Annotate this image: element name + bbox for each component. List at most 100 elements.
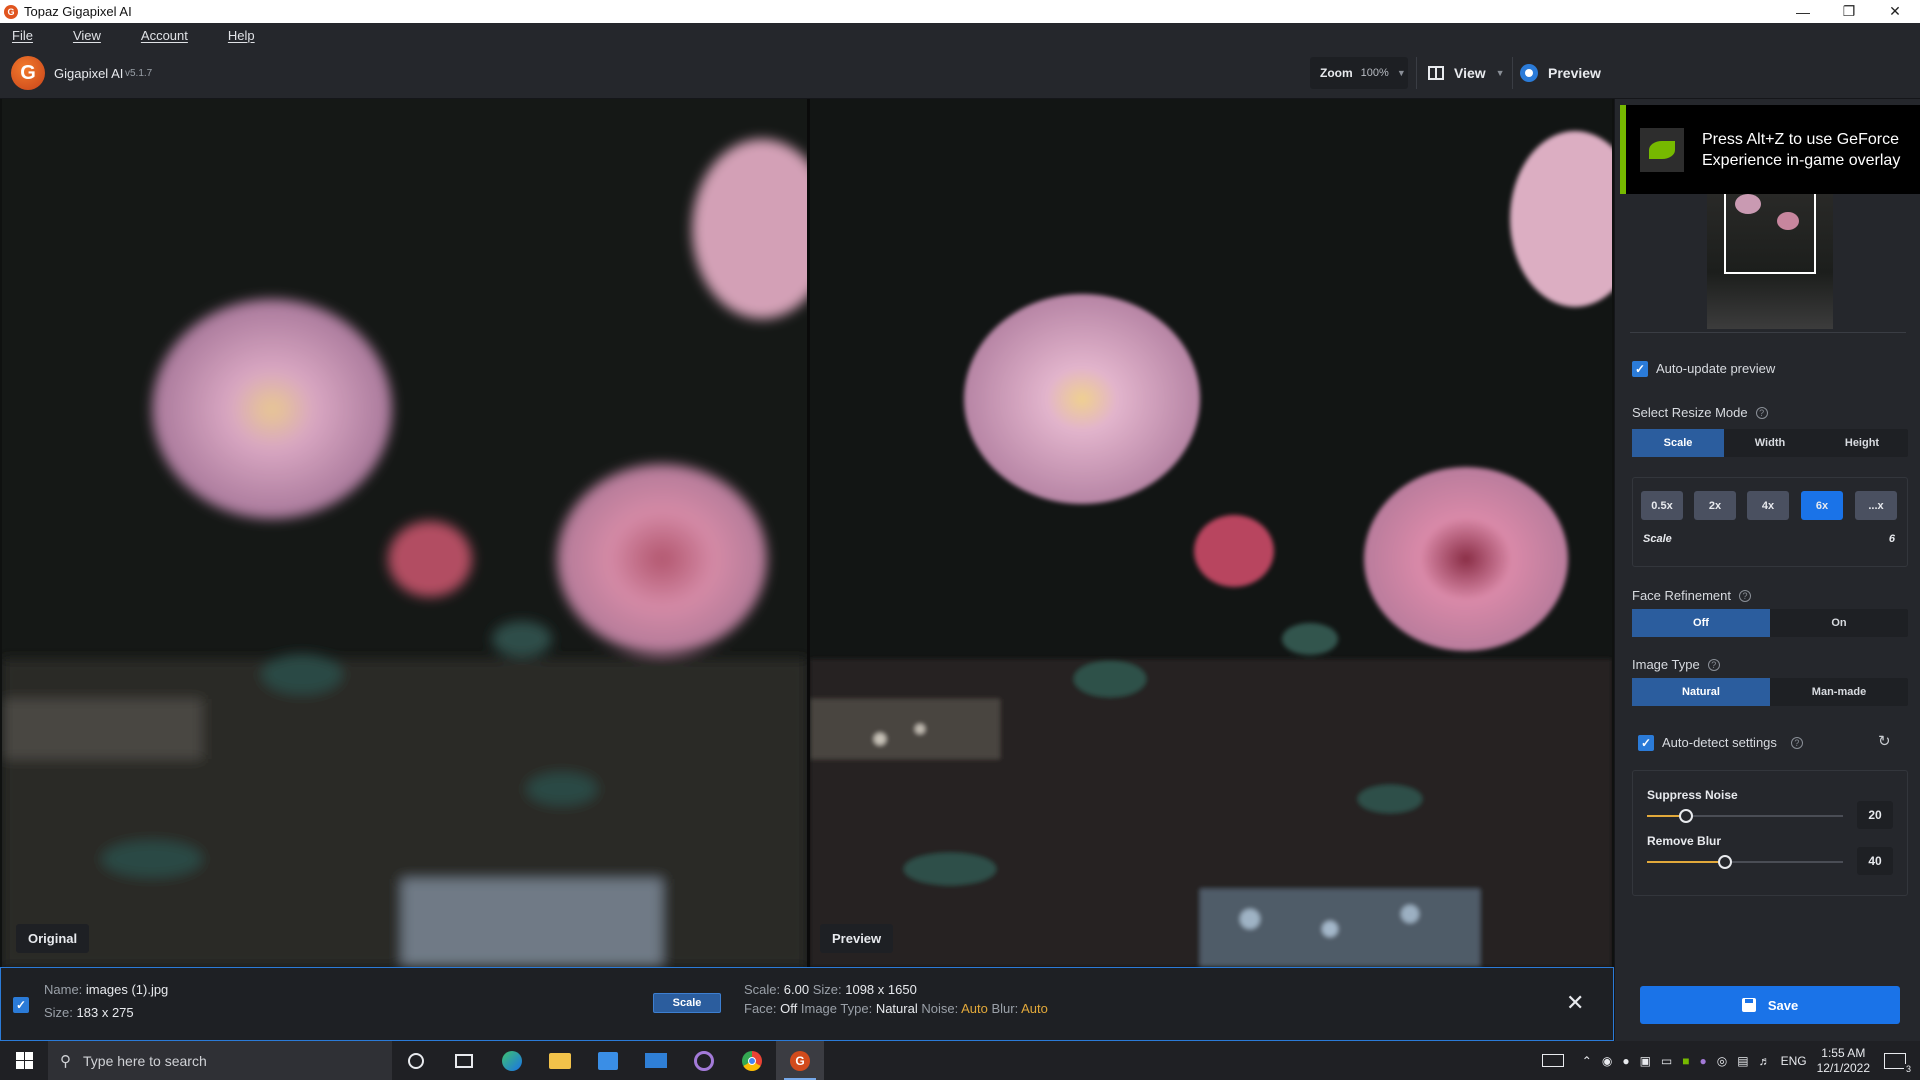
nvidia-tray-icon[interactable]: ■ <box>1682 1054 1689 1068</box>
help-icon[interactable]: ? <box>1707 659 1720 671</box>
resize-mode-scale[interactable]: Scale <box>1632 429 1724 457</box>
menu-account[interactable]: Account <box>141 28 188 43</box>
help-icon[interactable]: ? <box>1755 407 1768 419</box>
taskbar-search[interactable]: ⚲ Type here to search <box>48 1041 392 1080</box>
drive-icon[interactable]: ▣ <box>1640 1054 1651 1068</box>
face-refinement-label: Face Refinement <box>1632 588 1731 603</box>
reset-icon[interactable]: ↻ <box>1878 732 1891 750</box>
maximize-icon[interactable]: ❐ <box>1826 0 1872 23</box>
auto-detect-heading: Auto-detect settings? <box>1662 735 1803 750</box>
remove-blur-handle[interactable] <box>1718 855 1732 869</box>
app-header: G Gigapixel AI v5.1.7 Zoom 100% ▼ View ▼… <box>0 47 1920 99</box>
face-refinement-on[interactable]: On <box>1770 609 1908 637</box>
start-button[interactable] <box>0 1041 48 1080</box>
mail-icon[interactable] <box>632 1041 680 1080</box>
save-icon <box>1741 998 1756 1012</box>
face-refinement-off[interactable]: Off <box>1632 609 1770 637</box>
language-indicator[interactable]: ENG <box>1781 1054 1807 1068</box>
zoom-dropdown[interactable]: Zoom 100% ▼ <box>1310 57 1408 89</box>
view-dropdown[interactable]: View ▼ <box>1428 57 1508 89</box>
auto-detect-checkbox[interactable]: ✓ <box>1638 735 1654 751</box>
camera-icon[interactable]: ◉ <box>1602 1054 1612 1068</box>
preview-pane-label: Preview <box>820 924 894 953</box>
image-select-checkbox[interactable]: ✓ <box>13 997 29 1013</box>
original-pane[interactable]: Original <box>2 99 807 967</box>
resize-mode-width[interactable]: Width <box>1724 429 1816 457</box>
nvidia-logo-icon <box>1640 127 1684 172</box>
viewport-indicator[interactable] <box>1724 190 1816 274</box>
chrome-icon[interactable] <box>728 1041 776 1080</box>
preview-button[interactable]: Preview <box>1520 57 1620 89</box>
suppress-noise-handle[interactable] <box>1679 809 1693 823</box>
network-icon[interactable]: ▤ <box>1737 1054 1748 1068</box>
close-window-icon[interactable]: ✕ <box>1872 0 1918 23</box>
auto-update-label: Auto-update preview <box>1656 361 1776 376</box>
resize-mode-height[interactable]: Height <box>1816 429 1908 457</box>
output-settings: Face: Off Image Type: Natural Noise: Aut… <box>744 1001 1048 1016</box>
resize-mode-heading: Select Resize Mode? <box>1632 405 1768 420</box>
blur-value: Auto <box>1021 1001 1048 1016</box>
auto-update-checkbox[interactable]: ✓ <box>1632 361 1648 377</box>
eye-icon <box>1520 64 1538 82</box>
notifications-icon[interactable]: 3 <box>1884 1052 1913 1074</box>
remove-image-icon[interactable]: ✕ <box>1566 990 1584 1016</box>
image-type-label: Image Type <box>1632 657 1700 672</box>
suppress-noise-value[interactable]: 20 <box>1857 801 1893 829</box>
image-type-man-made[interactable]: Man-made <box>1770 678 1908 706</box>
output-scale-size: Scale: 6.00 Size: 1098 x 1650 <box>744 982 917 997</box>
microphone-icon[interactable]: ● <box>1622 1054 1629 1068</box>
resize-mode-label: Select Resize Mode <box>1632 405 1748 420</box>
face-refinement-selector: Off On <box>1632 609 1908 637</box>
image-type-natural[interactable]: Natural <box>1632 678 1770 706</box>
app-tray-icon[interactable]: ● <box>1700 1054 1707 1068</box>
original-label: Original <box>16 924 90 953</box>
view-label: View <box>1454 65 1486 81</box>
file-explorer-icon[interactable] <box>536 1041 584 1080</box>
scale-2x-button[interactable]: 2x <box>1694 491 1736 520</box>
display-icon[interactable]: ▭ <box>1661 1054 1672 1068</box>
task-view-icon[interactable] <box>440 1041 488 1080</box>
minimize-icon[interactable]: — <box>1780 0 1826 23</box>
save-button[interactable]: Save <box>1640 986 1900 1024</box>
menu-view[interactable]: View <box>73 28 101 43</box>
remove-blur-fill <box>1647 861 1725 863</box>
scale-0-5x-button[interactable]: 0.5x <box>1641 491 1683 520</box>
type-value: Natural <box>875 1001 918 1016</box>
edge-icon[interactable] <box>488 1041 536 1080</box>
menu-help[interactable]: Help <box>228 28 255 43</box>
help-icon[interactable]: ? <box>1739 590 1751 602</box>
image-type-selector: Natural Man-made <box>1632 678 1908 706</box>
out-size-key: Size: <box>812 982 842 997</box>
chevron-down-icon: ▼ <box>1495 68 1505 78</box>
remove-blur-value[interactable]: 40 <box>1857 847 1893 875</box>
scale-4x-button[interactable]: 4x <box>1747 491 1789 520</box>
scale-custom-button[interactable]: ...x <box>1855 491 1897 520</box>
geforce-overlay-toast[interactable]: Press Alt+Z to use GeForce Experience in… <box>1620 105 1920 194</box>
window-title-bar: G Topaz Gigapixel AI — ❐ ✕ <box>0 0 1920 23</box>
gigapixel-taskbar-icon[interactable]: G <box>776 1041 824 1080</box>
clock[interactable]: 1:55 AM 12/1/2022 <box>1817 1046 1870 1076</box>
scale-tag: Scale <box>653 993 721 1013</box>
network-globe-icon[interactable]: ◎ <box>1717 1054 1727 1068</box>
suppress-noise-slider[interactable] <box>1647 809 1843 823</box>
menu-file[interactable]: File <box>12 28 33 43</box>
remove-blur-label: Remove Blur <box>1647 834 1722 848</box>
preview-pane[interactable]: Preview <box>810 99 1612 967</box>
remove-blur-slider[interactable] <box>1647 855 1843 869</box>
scale-6x-button[interactable]: 6x <box>1801 491 1843 520</box>
keyboard-icon[interactable] <box>1541 1054 1564 1067</box>
zoom-label: Zoom <box>1320 66 1353 80</box>
zoom-value: 100% <box>1360 67 1389 79</box>
scale-value: 6 <box>1888 533 1895 545</box>
chevron-up-icon[interactable]: ⌃ <box>1582 1054 1592 1068</box>
image-info-bar[interactable]: ✓ Name: images (1).jpg Size: 183 x 275 S… <box>0 967 1614 1041</box>
tor-browser-icon[interactable] <box>680 1041 728 1080</box>
header-divider <box>1416 57 1417 89</box>
help-icon[interactable]: ? <box>1790 737 1803 749</box>
type-key: Image Type: <box>800 1001 873 1016</box>
cortana-icon[interactable] <box>392 1041 440 1080</box>
volume-icon[interactable]: ♬ <box>1759 1054 1771 1068</box>
app-icon: G <box>4 4 18 19</box>
image-viewport[interactable]: Original Preview <box>0 99 1614 967</box>
store-icon[interactable] <box>584 1041 632 1080</box>
